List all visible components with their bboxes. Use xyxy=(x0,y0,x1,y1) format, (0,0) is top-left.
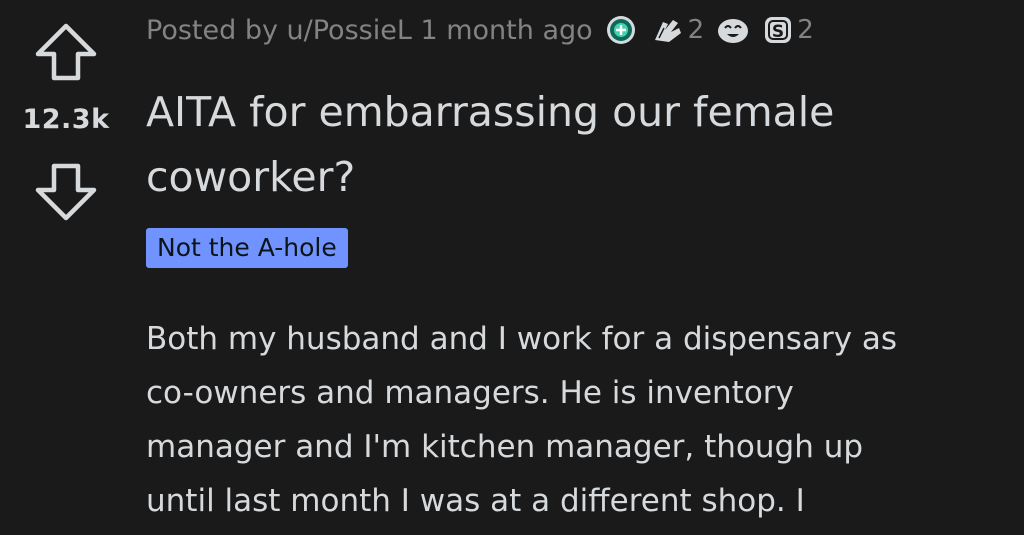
post-body-line: manager and I'm kitchen manager, though … xyxy=(146,429,864,465)
downvote-icon[interactable] xyxy=(34,162,98,222)
post-body: Both my husband and I work for a dispens… xyxy=(146,312,1006,528)
post-body-line: until last month I was at a different sh… xyxy=(146,483,805,519)
wholesome-hug-award[interactable] xyxy=(649,14,685,46)
silver-award-count: 2 xyxy=(797,15,814,45)
helpful-award[interactable] xyxy=(605,14,637,46)
post-body-line: Both my husband and I work for a dispens… xyxy=(146,321,898,357)
upvote-icon[interactable] xyxy=(34,22,98,82)
posted-by-link[interactable]: Posted by u/PossieL xyxy=(146,15,412,46)
post-flair[interactable]: Not the A-hole xyxy=(146,228,348,268)
silver-award[interactable]: S xyxy=(762,14,794,46)
post-meta: Posted by u/PossieL 1 month ago 2 S 2 xyxy=(146,8,814,52)
post-body-line: co-owners and managers. He is inventory xyxy=(146,375,794,411)
silver-award-icon: S xyxy=(762,14,794,46)
laughing-face-award[interactable] xyxy=(716,14,750,46)
svg-text:S: S xyxy=(772,22,784,42)
vote-score: 12.3k xyxy=(22,104,110,135)
helpful-award-icon xyxy=(605,14,637,46)
post-title[interactable]: AITA for embarrassing our female coworke… xyxy=(146,80,1006,210)
vote-column: 12.3k xyxy=(0,0,132,535)
post-time[interactable]: 1 month ago xyxy=(420,15,592,46)
laughing-face-award-icon xyxy=(716,14,750,46)
wholesome-hug-award-icon xyxy=(649,14,685,46)
wholesome-hug-award-count: 2 xyxy=(687,15,705,45)
